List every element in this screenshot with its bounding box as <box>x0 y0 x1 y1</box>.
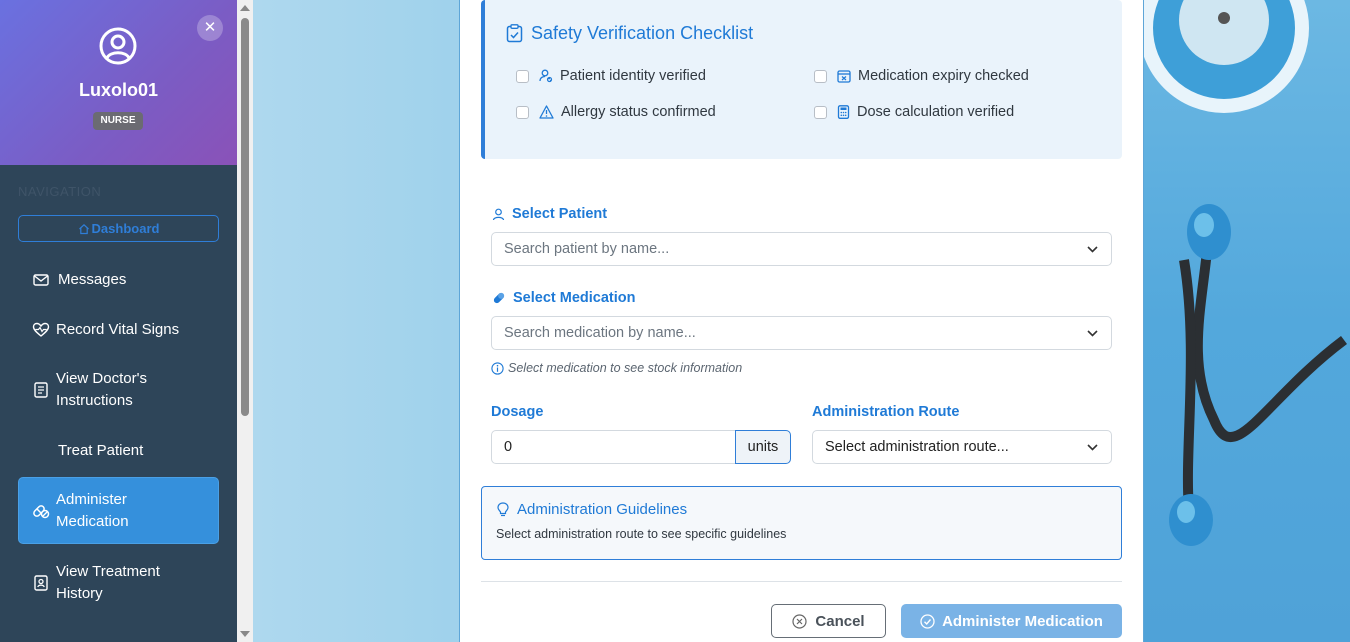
route-label: Administration Route <box>812 404 960 420</box>
route-select-placeholder: Select administration route... <box>825 439 1009 455</box>
sidebar-item-messages[interactable]: Messages <box>18 269 219 291</box>
check-label: Dose calculation verified <box>857 104 1015 120</box>
dosage-unit: units <box>735 430 791 464</box>
scroll-down-arrow[interactable] <box>240 631 250 637</box>
guidelines-text: Select administration route to see speci… <box>496 527 787 541</box>
cancel-label: Cancel <box>815 612 865 630</box>
calendar-x-icon <box>837 70 851 83</box>
person-icon <box>492 208 505 220</box>
dashboard-button[interactable]: Dashboard <box>18 215 219 242</box>
medication-hint-text: Select medication to see stock informati… <box>508 361 743 375</box>
checkbox[interactable] <box>814 105 827 119</box>
cancel-button[interactable]: Cancel <box>771 604 886 638</box>
divider <box>481 581 1122 582</box>
circle-x-icon <box>792 613 807 629</box>
sidebar-item-label: Administer Medication <box>56 490 129 530</box>
checklist-title-text: Safety Verification Checklist <box>531 23 754 43</box>
warning-icon <box>539 105 554 119</box>
chevron-down-icon <box>1087 246 1098 253</box>
envelope-icon <box>33 274 49 286</box>
dosage-input[interactable]: 0 <box>491 430 736 464</box>
patient-select[interactable]: Search patient by name... <box>491 232 1112 266</box>
lightbulb-icon <box>497 502 509 517</box>
sidebar-item-record-vital-signs[interactable]: Record Vital Signs <box>18 319 219 341</box>
sidebar-item-administer-medication[interactable]: Administer Medication <box>18 477 219 544</box>
check-medication-expiry[interactable]: Medication expiry checked <box>814 68 1029 84</box>
dosage-label: Dosage <box>491 404 544 420</box>
calculator-icon <box>837 105 850 119</box>
dashboard-label: Dashboard <box>91 221 160 236</box>
document-icon <box>34 382 48 398</box>
role-badge: NURSE <box>93 112 143 130</box>
check-label: Medication expiry checked <box>858 68 1029 84</box>
route-select[interactable]: Select administration route... <box>812 430 1112 464</box>
checkbox[interactable] <box>516 105 529 119</box>
medication-select-placeholder: Search medication by name... <box>504 325 696 341</box>
profile-header: ✕ Luxolo01 NURSE <box>0 0 237 165</box>
close-sidebar-button[interactable]: ✕ <box>197 15 223 41</box>
administer-label: Administer Medication <box>942 612 1103 630</box>
checkbox[interactable] <box>516 69 529 83</box>
check-patient-identity[interactable]: Patient identity verified <box>516 68 706 84</box>
guidelines-panel <box>481 486 1122 560</box>
sidebar-item-treat-patient[interactable]: Treat Patient <box>18 440 219 462</box>
sidebar-item-label: View Treatment History <box>56 563 160 602</box>
sidebar-item-view-treatment-history[interactable]: View Treatment History <box>18 561 219 605</box>
stethoscope-image <box>1144 0 1350 642</box>
clipboard-check-icon <box>506 24 523 43</box>
checklist-title: Safety Verification Checklist <box>506 23 754 44</box>
user-avatar-icon <box>99 27 137 65</box>
home-icon <box>78 223 89 235</box>
check-label: Allergy status confirmed <box>561 104 716 120</box>
guidelines-title: Administration Guidelines <box>497 501 687 518</box>
checkbox[interactable] <box>814 69 827 83</box>
administer-medication-button[interactable]: Administer Medication <box>901 604 1122 638</box>
sidebar-item-label: View Doctor's Instructions <box>56 370 147 409</box>
pills-icon <box>33 504 50 518</box>
check-label: Patient identity verified <box>560 68 706 84</box>
chevron-down-icon <box>1087 330 1098 337</box>
scrollbar-thumb[interactable] <box>241 18 249 416</box>
patient-select-placeholder: Search patient by name... <box>504 241 670 257</box>
sidebar-item-label: Treat Patient <box>58 442 144 459</box>
check-circle-icon <box>920 613 935 629</box>
person-check-icon <box>539 69 553 83</box>
info-icon <box>491 361 504 375</box>
medication-hint: Select medication to see stock informati… <box>491 361 742 375</box>
scroll-up-arrow[interactable] <box>240 5 250 11</box>
medication-label-text: Select Medication <box>513 290 636 306</box>
sidebar-item-label: Messages <box>58 271 127 288</box>
chevron-down-icon <box>1087 444 1098 451</box>
username: Luxolo01 <box>78 80 158 100</box>
person-card-icon <box>34 575 48 591</box>
heart-pulse-icon <box>32 322 50 337</box>
sidebar-item-label: Record Vital Signs <box>56 321 180 338</box>
check-dose-calculation[interactable]: Dose calculation verified <box>814 104 1014 120</box>
sidebar-item-view-doctors-instructions[interactable]: View Doctor's Instructions <box>18 368 219 412</box>
sidebar: ✕ Luxolo01 NURSE NAVIGATION Dashboard Me… <box>0 0 237 642</box>
check-allergy-status[interactable]: Allergy status confirmed <box>516 104 716 120</box>
patient-field-label: Select Patient <box>492 206 607 222</box>
treat-patient-icon <box>32 442 50 460</box>
guidelines-title-text: Administration Guidelines <box>517 501 688 518</box>
sidebar-scrollbar[interactable] <box>237 0 253 642</box>
patient-label-text: Select Patient <box>512 206 608 222</box>
pill-icon <box>493 292 505 304</box>
medication-field-label: Select Medication <box>492 290 635 306</box>
nav-heading: NAVIGATION <box>18 184 102 199</box>
medication-select[interactable]: Search medication by name... <box>491 316 1112 350</box>
